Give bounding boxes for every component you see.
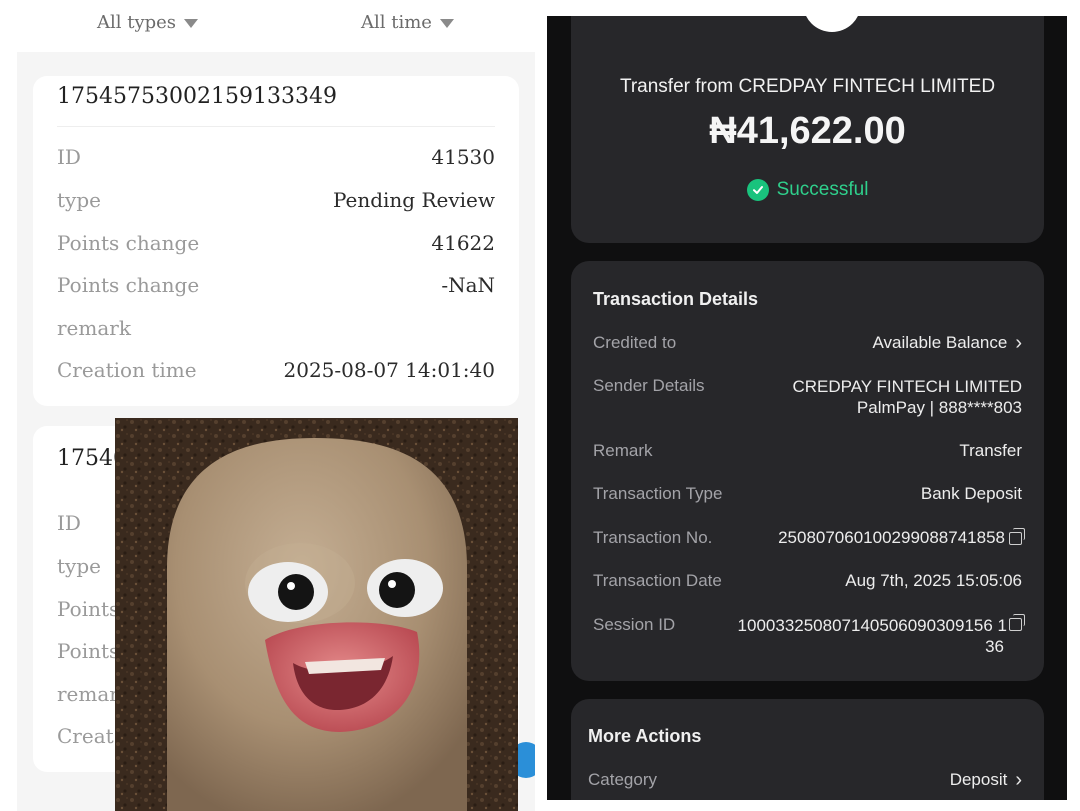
row-label: remark [57,316,131,340]
row-label: Creation time [57,358,197,382]
credited-to-value-wrap: Available Balance › [872,333,1022,353]
row-value: Pending Review [332,188,495,212]
record-row-points-change: Points change 41622 [57,228,495,258]
transaction-type-label: Transaction Type [593,484,723,503]
chevron-right-icon: › [1015,769,1022,791]
transaction-no-label: Transaction No. [593,528,713,547]
details-heading: Transaction Details [593,289,759,309]
session-id-value: 100033250807140506090309156 1 36 [737,614,1025,657]
filter-bar: All types All time [17,0,535,52]
copy-icon[interactable] [1009,527,1025,545]
transaction-type-value: Bank Deposit [920,484,1022,503]
transaction-date-label: Transaction Date [593,571,722,590]
remark-row: Remark Transfer [593,441,1022,461]
transaction-date-row: Transaction Date Aug 7th, 2025 15:05:06 [593,571,1022,591]
sender-details-label: Sender Details [593,376,705,395]
remark-label: Remark [593,441,653,460]
summary-card: Transfer from CREDPAY FINTECH LIMITED ₦4… [571,16,1044,243]
session-id-line2: 36 [985,637,1004,656]
transaction-no-row: Transaction No. 250807060100299088741858 [593,527,1025,548]
session-id-line1: 100033250807140506090309156 1 [737,614,1025,636]
status-row: Successful [571,179,1044,201]
potato-face-photo [115,418,518,811]
more-actions-heading: More Actions [588,726,702,746]
row-value: 2025-08-07 14:01:40 [283,358,496,382]
credited-to-value: Available Balance [872,333,1008,352]
more-actions-card: More Actions Category Deposit › [571,699,1044,800]
record-row-id: ID 41530 [57,142,495,172]
row-label: type [57,188,101,212]
type-filter-label: All types [97,12,177,33]
time-filter-dropdown[interactable]: All time [361,12,454,33]
transfer-title: Transfer from CREDPAY FINTECH LIMITED [619,76,996,97]
session-id-label: Session ID [593,615,676,634]
session-id-row: Session ID 100033250807140506090309156 1… [593,614,1025,657]
credited-to-label: Credited to [593,333,677,352]
category-row[interactable]: Category Deposit › [588,770,1022,790]
transaction-date-value: Aug 7th, 2025 15:05:06 [845,571,1022,590]
category-label: Category [588,770,657,789]
chevron-right-icon: › [1015,332,1022,354]
divider [57,126,495,127]
row-label: Points change [57,231,200,255]
copy-icon[interactable] [1009,614,1025,631]
check-circle-icon [746,179,769,201]
row-label: Points change [57,273,200,297]
sender-details-value: CREDPAY FINTECH LIMITED PalmPay | 888***… [792,376,1022,418]
row-label: ID [57,511,81,535]
record-card[interactable]: 17545753002159133349 ID 41530 type Pendi… [33,76,519,406]
row-label: Points [57,639,120,663]
row-label: type [57,554,101,578]
transaction-receipt: Transfer from CREDPAY FINTECH LIMITED ₦4… [547,16,1067,800]
transfer-amount: ₦41,622.00 [709,110,906,152]
record-row-type: type Pending Review [57,185,495,215]
transaction-type-row: Transaction Type Bank Deposit [593,484,1022,504]
row-label: Points [57,597,120,621]
credited-to-row[interactable]: Credited to Available Balance › [593,333,1022,353]
bank-logo [803,16,861,32]
record-order-number: 17545753002159133349 [57,84,337,109]
dropdown-triangle-icon [439,19,454,28]
time-filter-label: All time [361,12,432,33]
row-label: remar [57,682,119,706]
category-value-wrap: Deposit › [950,770,1022,790]
transaction-no-value-wrap: 250807060100299088741858 [778,527,1025,548]
row-value: -NaN [441,273,495,297]
row-label: Creat [57,724,114,748]
row-value: 41622 [431,231,495,255]
row-value: 41530 [431,145,495,169]
transaction-no-value: 250807060100299088741858 [778,528,1005,547]
record-row-points-change-2: Points change -NaN [57,270,495,300]
sender-account: PalmPay | 888****803 [856,398,1022,417]
session-id-text: 100033250807140506090309156 1 [737,616,1007,635]
row-label: ID [57,145,81,169]
sender-name: CREDPAY FINTECH LIMITED [792,377,1022,396]
transaction-details-card: Transaction Details Credited to Availabl… [571,261,1044,681]
type-filter-dropdown[interactable]: All types [97,12,199,33]
dropdown-triangle-icon [184,19,199,28]
status-text: Successful [776,179,869,200]
record-row-creation-time: Creation time 2025-08-07 14:01:40 [57,355,495,385]
record-row-remark: remark [57,313,495,343]
remark-value: Transfer [959,441,1022,460]
logo-icon [820,16,844,18]
category-value: Deposit [949,770,1008,789]
sender-details-row: Sender Details CREDPAY FINTECH LIMITED P… [593,376,1022,418]
